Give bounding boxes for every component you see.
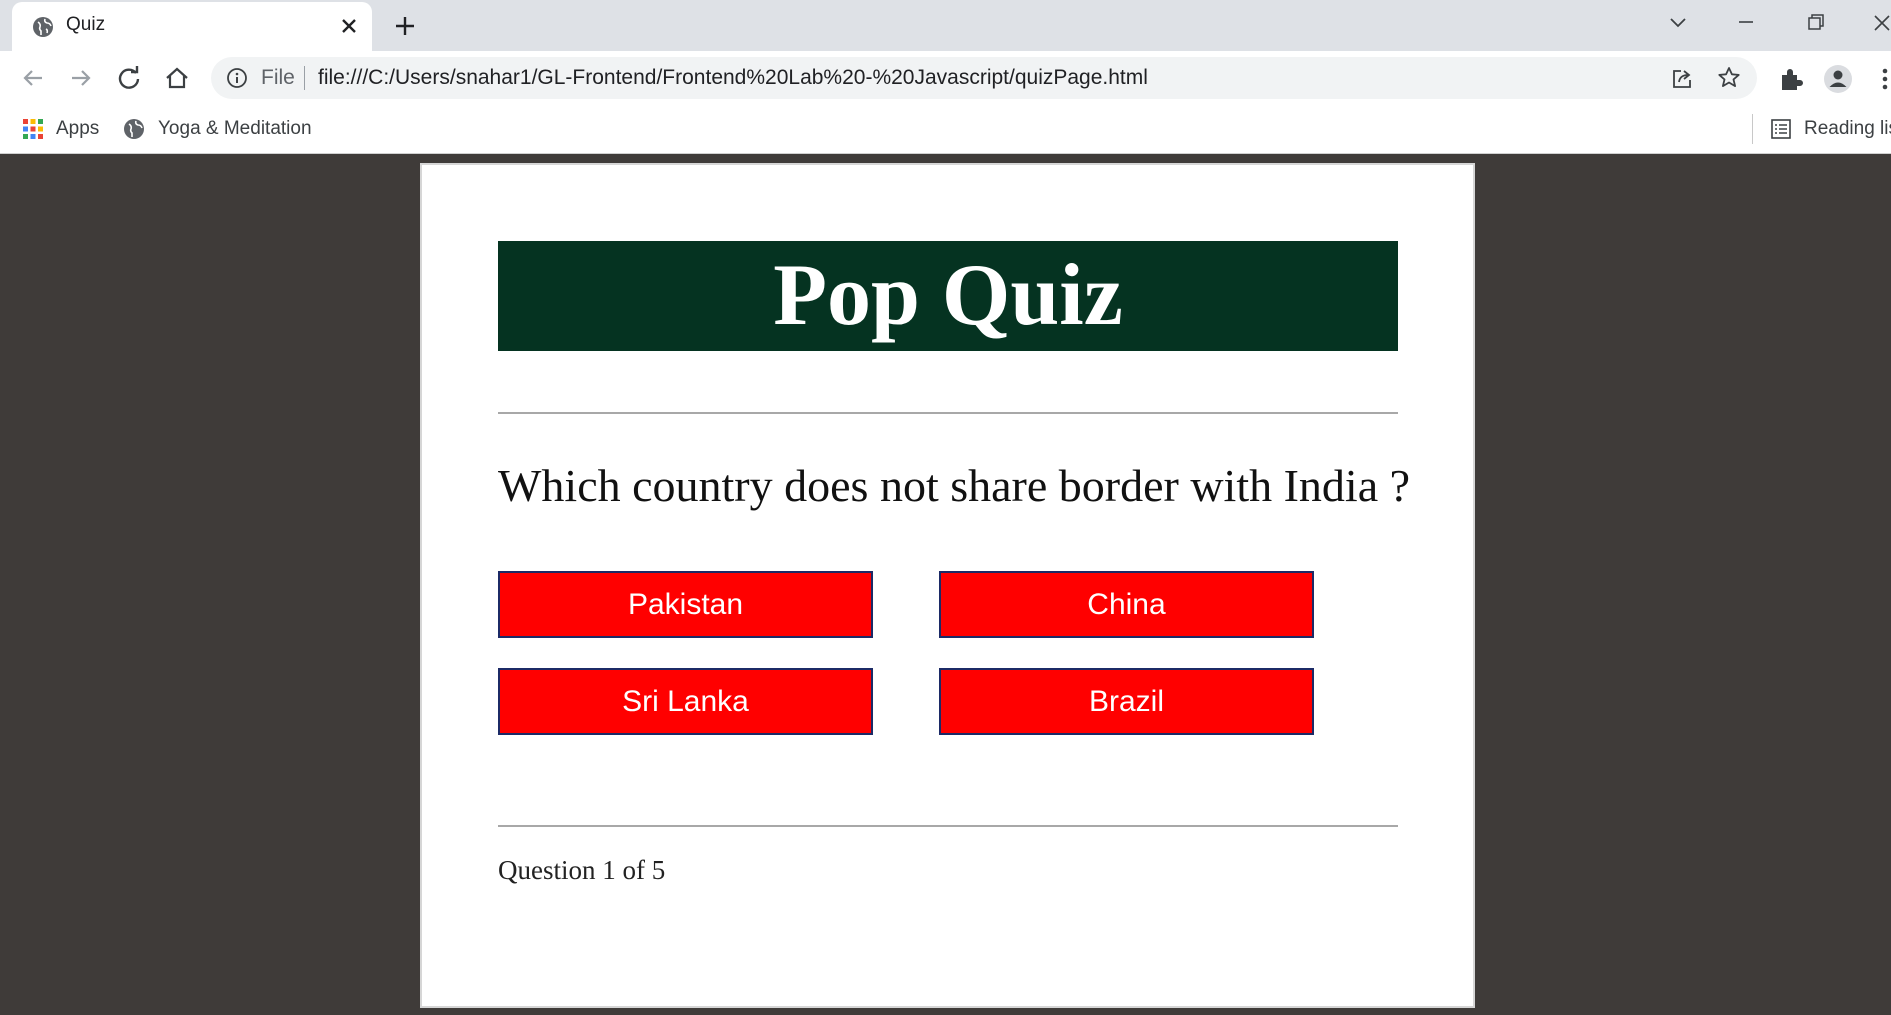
home-icon[interactable] — [162, 63, 192, 93]
question-progress: Question 1 of 5 — [498, 855, 666, 885]
profile-avatar-icon[interactable] — [1823, 64, 1853, 94]
globe-icon — [33, 17, 53, 37]
reading-list-icon — [1771, 119, 1791, 139]
tab-strip: Quiz — [0, 0, 1891, 51]
address-divider — [304, 66, 305, 90]
browser-tab[interactable]: Quiz — [12, 2, 372, 51]
restore-icon[interactable] — [1797, 8, 1833, 38]
apps-grid-icon — [23, 119, 43, 139]
new-tab-icon[interactable] — [390, 11, 420, 41]
minimize-icon[interactable] — [1728, 8, 1764, 38]
forward-icon[interactable] — [66, 63, 96, 93]
quiz-card: Pop Quiz Which country does not share bo… — [420, 163, 1475, 1008]
share-icon[interactable] — [1669, 66, 1695, 92]
address-bar[interactable]: File file:///C:/Users/snahar1/GL-Fronten… — [211, 57, 1757, 99]
tab-title: Quiz — [66, 14, 106, 35]
back-icon[interactable] — [18, 63, 48, 93]
answer-button-pakistan[interactable]: Pakistan — [498, 571, 873, 638]
close-window-icon[interactable] — [1864, 8, 1891, 38]
bookmark-star-icon[interactable] — [1716, 65, 1742, 91]
close-tab-icon[interactable] — [335, 12, 363, 40]
tab-search-chevron-icon[interactable] — [1660, 8, 1696, 38]
answer-button-sri-lanka[interactable]: Sri Lanka — [498, 668, 873, 735]
address-scheme: File — [261, 66, 295, 89]
bookmarks-bar: Apps Yoga & Meditation Reading lis — [0, 105, 1891, 154]
reload-icon[interactable] — [114, 63, 144, 93]
quiz-banner: Pop Quiz — [498, 241, 1398, 351]
bookmark-yoga-meditation[interactable]: Yoga & Meditation — [122, 115, 312, 143]
bookmark-apps[interactable]: Apps — [22, 115, 99, 143]
quiz-title: Pop Quiz — [773, 247, 1123, 344]
bookmark-yoga-label: Yoga & Meditation — [158, 118, 312, 139]
reading-list-label: Reading lis — [1804, 118, 1891, 139]
answer-button-china[interactable]: China — [939, 571, 1314, 638]
reading-list-button[interactable]: Reading lis — [1770, 115, 1891, 143]
bottom-divider — [498, 825, 1398, 827]
browser-toolbar: File file:///C:/Users/snahar1/GL-Fronten… — [0, 51, 1891, 105]
bookmark-apps-label: Apps — [56, 118, 100, 139]
question-text: Which country does not share border with… — [498, 460, 1411, 511]
bookmarks-divider — [1752, 114, 1753, 144]
extensions-puzzle-icon[interactable] — [1776, 64, 1806, 94]
top-divider — [498, 412, 1398, 414]
globe-icon — [124, 119, 144, 139]
answer-button-brazil[interactable]: Brazil — [939, 668, 1314, 735]
menu-dots-icon[interactable] — [1870, 64, 1891, 94]
address-url[interactable]: file:///C:/Users/snahar1/GL-Frontend/Fro… — [318, 66, 1148, 90]
info-icon[interactable] — [226, 67, 248, 89]
